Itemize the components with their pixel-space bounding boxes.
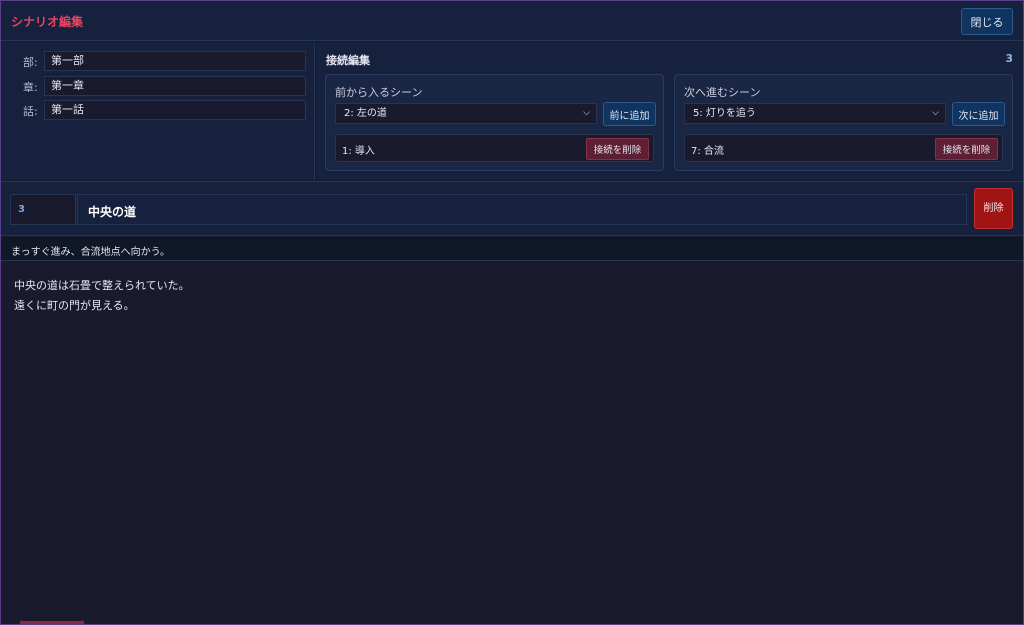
chevron-down-icon: ⌵ xyxy=(932,108,939,118)
episode-label: 話: xyxy=(23,105,38,118)
bottom-edge-decoration xyxy=(20,621,84,624)
page-title: シナリオ編集 xyxy=(11,15,84,29)
outgoing-select-value: 5: 灯りを追う xyxy=(693,108,756,119)
remove-incoming-button[interactable]: 接続を削除 xyxy=(586,138,649,160)
add-incoming-button[interactable]: 前に追加 xyxy=(603,102,656,126)
scene-name-field[interactable]: 中央の道 xyxy=(77,194,967,225)
incoming-list-item: 1: 導入 接続を削除 xyxy=(335,134,654,162)
scene-body-editor[interactable]: 中央の道は石畳で整えられていた。 遠くに町の門が見える。 xyxy=(1,262,1023,624)
body-line: 遠くに町の門が見える。 xyxy=(14,299,135,312)
chapter-label: 章: xyxy=(23,81,38,94)
incoming-box: 前から入るシーン 2: 左の道 ⌵ 前に追加 1: 導入 接続を削除 xyxy=(325,74,664,171)
meta-row-chapter: 章: 第一章 xyxy=(1,76,315,96)
meta-panel: 部: 第一部 章: 第一章 話: 第一話 xyxy=(1,42,315,180)
scene-id-field[interactable]: 3 xyxy=(10,194,76,225)
header-bar: シナリオ編集 閉じる xyxy=(1,1,1023,41)
connection-panel: 接続編集 3 前から入るシーン 2: 左の道 ⌵ 前に追加 1: 導入 接続を削… xyxy=(316,42,1023,180)
connection-count: 3 xyxy=(1005,52,1013,65)
chevron-down-icon: ⌵ xyxy=(583,108,590,118)
incoming-select-value: 2: 左の道 xyxy=(344,108,387,119)
add-outgoing-button[interactable]: 次に追加 xyxy=(952,102,1005,126)
outgoing-title: 次へ進むシーン xyxy=(684,86,761,99)
delete-scene-button[interactable]: 削除 xyxy=(974,188,1013,229)
scene-bar: 3 中央の道 削除 xyxy=(1,181,1023,236)
chapter-field[interactable]: 第一章 xyxy=(44,76,306,96)
body-line: 中央の道は石畳で整えられていた。 xyxy=(14,279,190,292)
episode-field[interactable]: 第一話 xyxy=(44,100,306,120)
incoming-item-label: 1: 導入 xyxy=(342,146,375,157)
outgoing-box: 次へ進むシーン 5: 灯りを追う ⌵ 次に追加 7: 合流 接続を削除 xyxy=(674,74,1013,171)
outgoing-list-item: 7: 合流 接続を削除 xyxy=(684,134,1003,162)
part-field[interactable]: 第一部 xyxy=(44,51,306,71)
part-label: 部: xyxy=(23,56,38,69)
meta-row-episode: 話: 第一話 xyxy=(1,100,315,120)
incoming-select[interactable]: 2: 左の道 ⌵ xyxy=(335,103,597,124)
remove-outgoing-button[interactable]: 接続を削除 xyxy=(935,138,998,160)
meta-row-part: 部: 第一部 xyxy=(1,51,315,71)
connection-title: 接続編集 xyxy=(326,54,370,67)
close-button[interactable]: 閉じる xyxy=(961,8,1013,35)
incoming-title: 前から入るシーン xyxy=(335,86,423,99)
outgoing-item-label: 7: 合流 xyxy=(691,146,724,157)
scene-summary[interactable]: まっすぐ進み、合流地点へ向かう。 xyxy=(1,237,1023,261)
outgoing-select[interactable]: 5: 灯りを追う ⌵ xyxy=(684,103,946,124)
